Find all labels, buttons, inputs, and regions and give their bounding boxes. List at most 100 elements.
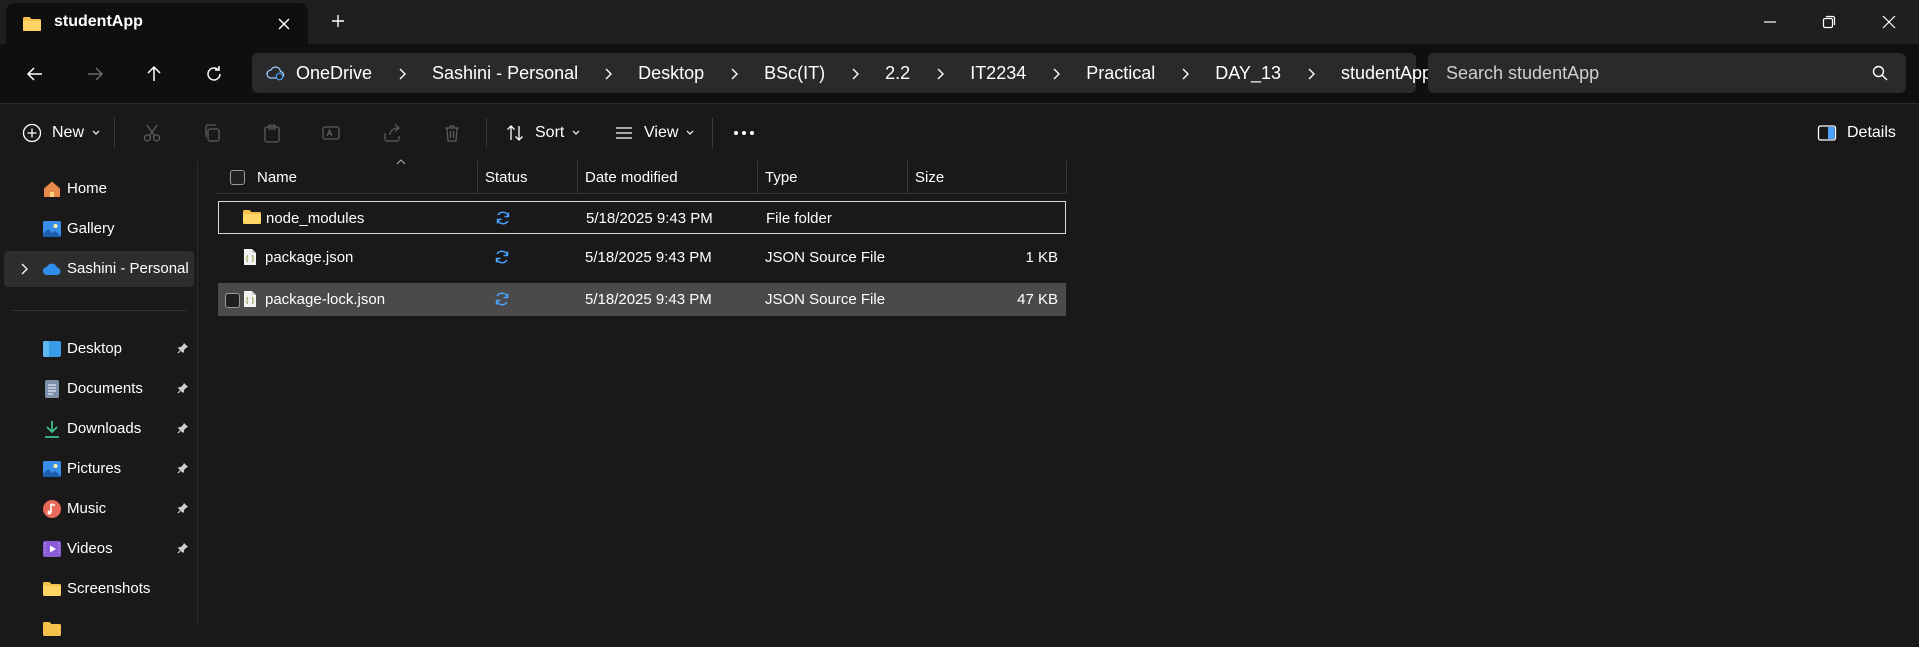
column-header-size[interactable]: Size	[915, 161, 944, 193]
pin-icon[interactable]	[177, 342, 189, 354]
table-row[interactable]: package-lock.json 5/18/2025 9:43 PM JSON…	[218, 283, 1066, 316]
table-row[interactable]: node_modules 5/18/2025 9:43 PM File fold…	[218, 201, 1066, 234]
folder-icon	[22, 16, 42, 32]
new-tab-icon[interactable]	[330, 13, 346, 29]
back-button[interactable]	[20, 60, 50, 88]
command-bar: New Sort View Details	[0, 103, 1919, 162]
breadcrumb-chevron-icon[interactable]	[604, 63, 614, 83]
sidebar-item-pictures[interactable]: Pictures	[0, 451, 197, 487]
sidebar-item-home[interactable]: Home	[0, 171, 197, 207]
breadcrumb-chevron-icon[interactable]	[1181, 63, 1191, 83]
view-button[interactable]: View	[614, 104, 694, 161]
breadcrumb-chevron-icon[interactable]	[730, 63, 740, 83]
column-divider[interactable]	[757, 161, 758, 193]
row-checkbox[interactable]	[225, 293, 240, 308]
sidebar-item-videos[interactable]: Videos	[0, 531, 197, 567]
trash-icon	[442, 123, 462, 143]
sidebar-item-screenshots[interactable]: Screenshots	[0, 571, 197, 607]
toolbar-divider	[114, 118, 115, 148]
new-button[interactable]: New	[22, 104, 100, 161]
pin-icon[interactable]	[177, 422, 189, 434]
column-header-date-modified[interactable]: Date modified	[585, 161, 678, 193]
column-header-type[interactable]: Type	[765, 161, 798, 193]
breadcrumb-chevron-icon[interactable]	[851, 63, 861, 83]
pin-icon[interactable]	[177, 382, 189, 394]
music-folder-icon	[42, 499, 62, 519]
column-header-status[interactable]: Status	[485, 161, 528, 193]
table-row[interactable]: package.json 5/18/2025 9:43 PM JSON Sour…	[218, 241, 1066, 274]
chevron-right-icon[interactable]	[20, 263, 28, 275]
breadcrumb-practical[interactable]: Practical	[1086, 63, 1155, 84]
sidebar-item-desktop[interactable]: Desktop	[0, 331, 197, 367]
sidebar-item-label: Sashini - Personal	[67, 260, 189, 277]
view-label: View	[644, 123, 679, 141]
restore-button[interactable]	[1806, 8, 1852, 36]
forward-button	[80, 60, 110, 88]
up-button[interactable]	[139, 60, 169, 88]
sidebar-item-partial[interactable]	[0, 611, 197, 647]
active-tab[interactable]: studentApp	[6, 3, 308, 44]
breadcrumb-day13[interactable]: DAY_13	[1215, 63, 1281, 84]
breadcrumb-personal[interactable]: Sashini - Personal	[432, 63, 578, 84]
search-icon[interactable]	[1872, 65, 1888, 81]
plus-circle-icon	[22, 123, 42, 143]
json-file-icon	[242, 290, 258, 308]
details-label: Details	[1847, 123, 1896, 141]
sort-button[interactable]: Sort	[505, 104, 580, 161]
folder-icon	[242, 209, 262, 225]
column-divider[interactable]	[907, 161, 908, 193]
breadcrumb-2-2[interactable]: 2.2	[885, 63, 910, 84]
navigation-bar: OneDrive Sashini - Personal Desktop BSc(…	[0, 44, 1919, 103]
sidebar-divider	[12, 310, 187, 311]
desktop-folder-icon	[42, 339, 62, 359]
search-input[interactable]: Search studentApp	[1428, 53, 1906, 93]
sidebar-item-label: Music	[67, 500, 107, 517]
column-divider[interactable]	[1066, 161, 1067, 193]
more-dots-icon	[733, 130, 755, 136]
close-tab-icon[interactable]	[276, 16, 292, 32]
breadcrumb-chevron-icon[interactable]	[1307, 63, 1317, 83]
file-type: JSON Source File	[765, 291, 886, 308]
breadcrumb-chevron-icon[interactable]	[936, 63, 946, 83]
sidebar-item-label: Downloads	[67, 420, 142, 437]
breadcrumb-chevron-icon[interactable]	[398, 63, 408, 83]
chevron-down-icon	[572, 130, 580, 136]
file-size: 47 KB	[1017, 291, 1058, 308]
column-divider[interactable]	[477, 161, 478, 193]
sort-label: Sort	[535, 123, 565, 141]
sidebar-item-onedrive-personal[interactable]: Sashini - Personal	[4, 251, 194, 287]
pin-icon[interactable]	[177, 542, 189, 554]
pin-icon[interactable]	[177, 462, 189, 474]
breadcrumb-bscit[interactable]: BSc(IT)	[764, 63, 825, 84]
file-date-modified: 5/18/2025 9:43 PM	[585, 291, 712, 308]
column-divider[interactable]	[577, 161, 578, 193]
minimize-button[interactable]	[1747, 8, 1793, 36]
sidebar-item-downloads[interactable]: Downloads	[0, 411, 197, 447]
breadcrumb-chevron-icon[interactable]	[1052, 63, 1062, 83]
pin-icon[interactable]	[177, 502, 189, 514]
sidebar-item-documents[interactable]: Documents	[0, 371, 197, 407]
share-icon	[382, 123, 402, 143]
navigation-pane: Home Gallery Sashini - Personal Desktop …	[0, 161, 198, 636]
address-bar[interactable]: OneDrive Sashini - Personal Desktop BSc(…	[252, 53, 1467, 93]
onedrive-sync-icon	[266, 65, 286, 81]
breadcrumb-studentapp[interactable]: studentApp	[1341, 63, 1432, 84]
sync-pending-icon	[494, 291, 510, 307]
select-all-checkbox[interactable]	[230, 170, 245, 185]
sidebar-item-gallery[interactable]: Gallery	[0, 211, 197, 247]
refresh-button[interactable]	[199, 60, 229, 88]
list-view-icon	[614, 123, 634, 143]
column-header-name[interactable]: Name	[257, 161, 297, 193]
breadcrumb-desktop[interactable]: Desktop	[638, 63, 704, 84]
breadcrumb-it2234[interactable]: IT2234	[970, 63, 1026, 84]
sidebar-item-music[interactable]: Music	[0, 491, 197, 527]
close-window-button[interactable]	[1866, 8, 1912, 36]
file-name: package-lock.json	[265, 291, 386, 308]
copy-button	[202, 104, 222, 161]
sync-pending-icon	[495, 210, 511, 226]
sidebar-item-label: Desktop	[67, 340, 123, 357]
details-pane-button[interactable]: Details	[1817, 104, 1896, 161]
breadcrumb-onedrive[interactable]: OneDrive	[296, 63, 372, 84]
sidebar-item-label: Documents	[67, 380, 143, 397]
see-more-button[interactable]	[733, 104, 755, 161]
